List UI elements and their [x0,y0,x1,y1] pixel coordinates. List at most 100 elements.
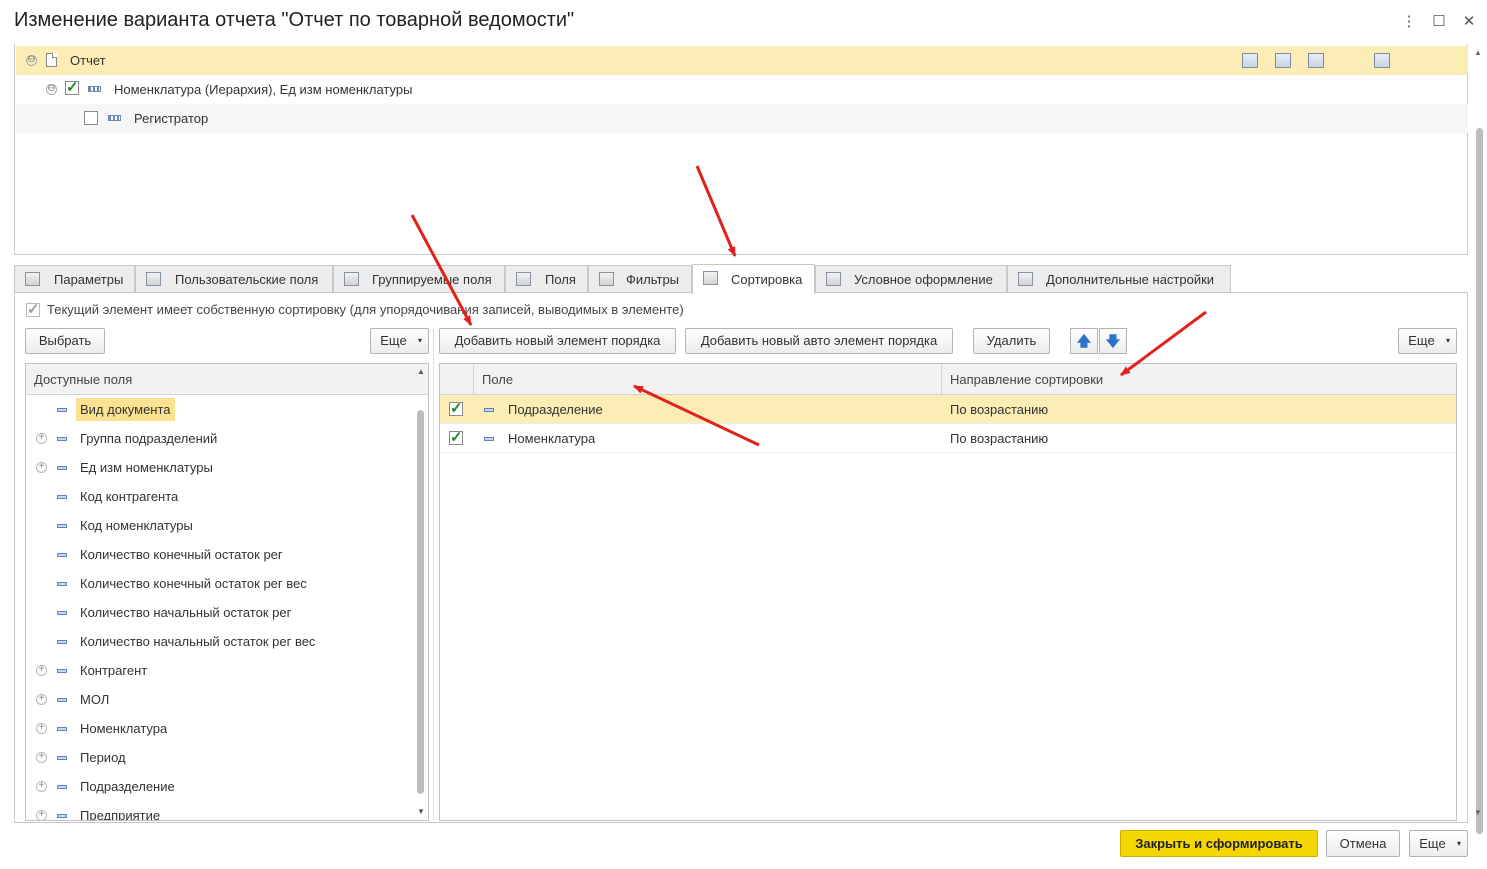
add-order-item-button[interactable]: Добавить новый элемент порядка [439,328,676,354]
structure-item-report[interactable]: ⊖ Отчет [16,46,1468,75]
panel-splitter[interactable] [433,330,435,820]
maximize-icon[interactable]: ☐ [1430,12,1448,30]
list-item[interactable]: + Контрагент [26,656,414,685]
add-auto-order-item-button[interactable]: Добавить новый авто элемент порядка [685,328,953,354]
available-fields-list[interactable]: Доступные поля Вид документа + Группа подр… [25,363,429,821]
footer-more-button[interactable]: Еще ▾ [1409,830,1468,857]
scroll-up-icon[interactable]: ▲ [417,367,425,376]
table-row[interactable]: Номенклатура По возрастанию [440,424,1456,453]
list-item[interactable]: Код номенклатуры [26,511,414,540]
tab-grouped-fields[interactable]: Группируемые поля [333,265,505,292]
cancel-button[interactable]: Отмена [1326,830,1400,857]
own-sort-checkbox[interactable] [26,300,40,318]
list-item[interactable]: + Номенклатура [26,714,414,743]
tab-fields[interactable]: Поля [505,265,588,292]
tab-filters[interactable]: Фильтры [588,265,692,292]
tab-custom-fields[interactable]: Пользовательские поля [135,265,333,292]
list-item[interactable]: Количество конечный остаток рег вес [26,569,414,598]
direction-cell[interactable]: По возрастанию [950,402,1048,417]
structure-item-nomenclature[interactable]: ⊖ Номенклатура (Иерархия), Ед изм номенк… [16,75,1468,104]
expand-icon[interactable]: + [36,462,47,473]
sort-icon [703,271,718,285]
filter-icon[interactable] [1275,53,1291,68]
list-item[interactable]: + Ед изм номенклатуры [26,453,414,482]
field-cell[interactable]: Подразделение [508,402,603,417]
expand-icon[interactable]: + [36,752,47,763]
list-item[interactable]: Вид документа [26,395,414,424]
field-icon [57,553,67,557]
row-checkbox[interactable] [449,399,463,417]
settings-tabs: Параметры Пользовательские поля Группиру… [14,264,1468,294]
list-item-label: МОЛ [80,692,110,707]
settings-icon [1018,272,1033,286]
row-checkbox[interactable] [449,428,463,446]
scroll-down-icon[interactable]: ▼ [1474,808,1482,817]
delete-button[interactable]: Удалить [973,328,1050,354]
scroll-up-icon[interactable]: ▲ [1474,48,1482,57]
structure-item-checkbox[interactable] [84,111,98,125]
document-icon [46,53,57,67]
list-item[interactable]: Количество конечный остаток рег [26,540,414,569]
move-up-button[interactable]: 🡅 [1070,328,1098,354]
table-row[interactable]: Подразделение По возрастанию [440,395,1456,424]
field-icon [57,727,67,731]
right-more-button[interactable]: Еще ▾ [1398,328,1457,354]
list-item[interactable]: + Период [26,743,414,772]
expand-icon[interactable]: + [36,433,47,444]
sort-order-table[interactable]: Поле Направление сортировки Подразделени… [439,363,1457,821]
left-more-button[interactable]: Еще ▾ [370,328,429,354]
list-item[interactable]: Количество начальный остаток рег [26,598,414,627]
tab-parameters[interactable]: Параметры [14,265,135,292]
scrollbar-thumb[interactable] [1476,128,1483,834]
list-item-label: Количество начальный остаток рег [80,605,292,620]
filter-icon [599,272,614,286]
field-icon [484,408,494,412]
window-title: Изменение варианта отчета "Отчет по това… [14,9,575,31]
list-item[interactable]: + МОЛ [26,685,414,714]
expand-icon[interactable]: + [36,810,47,820]
close-and-generate-button[interactable]: Закрыть и сформировать [1120,830,1318,857]
expand-icon[interactable]: + [36,723,47,734]
list-item[interactable]: + Подразделение [26,772,414,801]
collapse-icon[interactable]: ⊖ [46,84,57,95]
report-structure-tree: ⊖ Отчет ⊖ Номенклатура (Иерархия), Ед из… [14,44,1468,255]
field-icon [57,408,67,412]
structure-item-checkbox[interactable] [65,78,79,96]
sort-icon[interactable] [1308,53,1324,68]
tab-additional-settings[interactable]: Дополнительные настройки [1007,265,1231,292]
structure-item-registrar[interactable]: Регистратор [16,104,1468,133]
settings-icon[interactable] [1374,53,1390,68]
tab-sorting[interactable]: Сортировка [692,264,815,294]
expand-icon[interactable]: + [36,694,47,705]
field-cell[interactable]: Номенклатура [508,431,595,446]
list-item[interactable]: + Группа подразделений [26,424,414,453]
direction-cell[interactable]: По возрастанию [950,431,1048,446]
scroll-down-icon[interactable]: ▼ [417,807,425,816]
arrow-up-icon: 🡅 [1076,333,1092,349]
select-button[interactable]: Выбрать [25,328,105,354]
column-header-field[interactable]: Поле [482,372,513,387]
tab-conditional-formatting[interactable]: Условное оформление [815,265,1007,292]
main-scrollbar[interactable]: ▲ ▼ [1472,44,1486,834]
available-fields-scrollbar[interactable]: ▲ ▼ [414,364,428,820]
list-item[interactable]: + Предприятие [26,801,414,820]
list-item-label: Контрагент [80,663,148,678]
grouped-fields-icon [344,272,359,286]
expand-icon[interactable]: + [36,665,47,676]
field-icon [57,756,67,760]
scrollbar-thumb[interactable] [417,410,424,794]
collapse-icon[interactable]: ⊖ [26,55,37,66]
expand-icon[interactable]: + [36,781,47,792]
more-menu-icon[interactable]: ⋮ [1400,12,1418,30]
list-item-label: Количество конечный остаток рег вес [80,576,307,591]
list-item[interactable]: Код контрагента [26,482,414,511]
list-item[interactable]: Количество начальный остаток рег вес [26,627,414,656]
close-icon[interactable]: ✕ [1460,12,1478,30]
column-header-direction[interactable]: Направление сортировки [950,372,1103,387]
move-down-button[interactable]: 🡇 [1099,328,1127,354]
arrow-down-icon: 🡇 [1105,333,1121,349]
grouping-icon [88,86,101,92]
add-grouping-icon[interactable] [1242,53,1258,68]
field-icon [57,466,67,470]
field-icon [57,582,67,586]
